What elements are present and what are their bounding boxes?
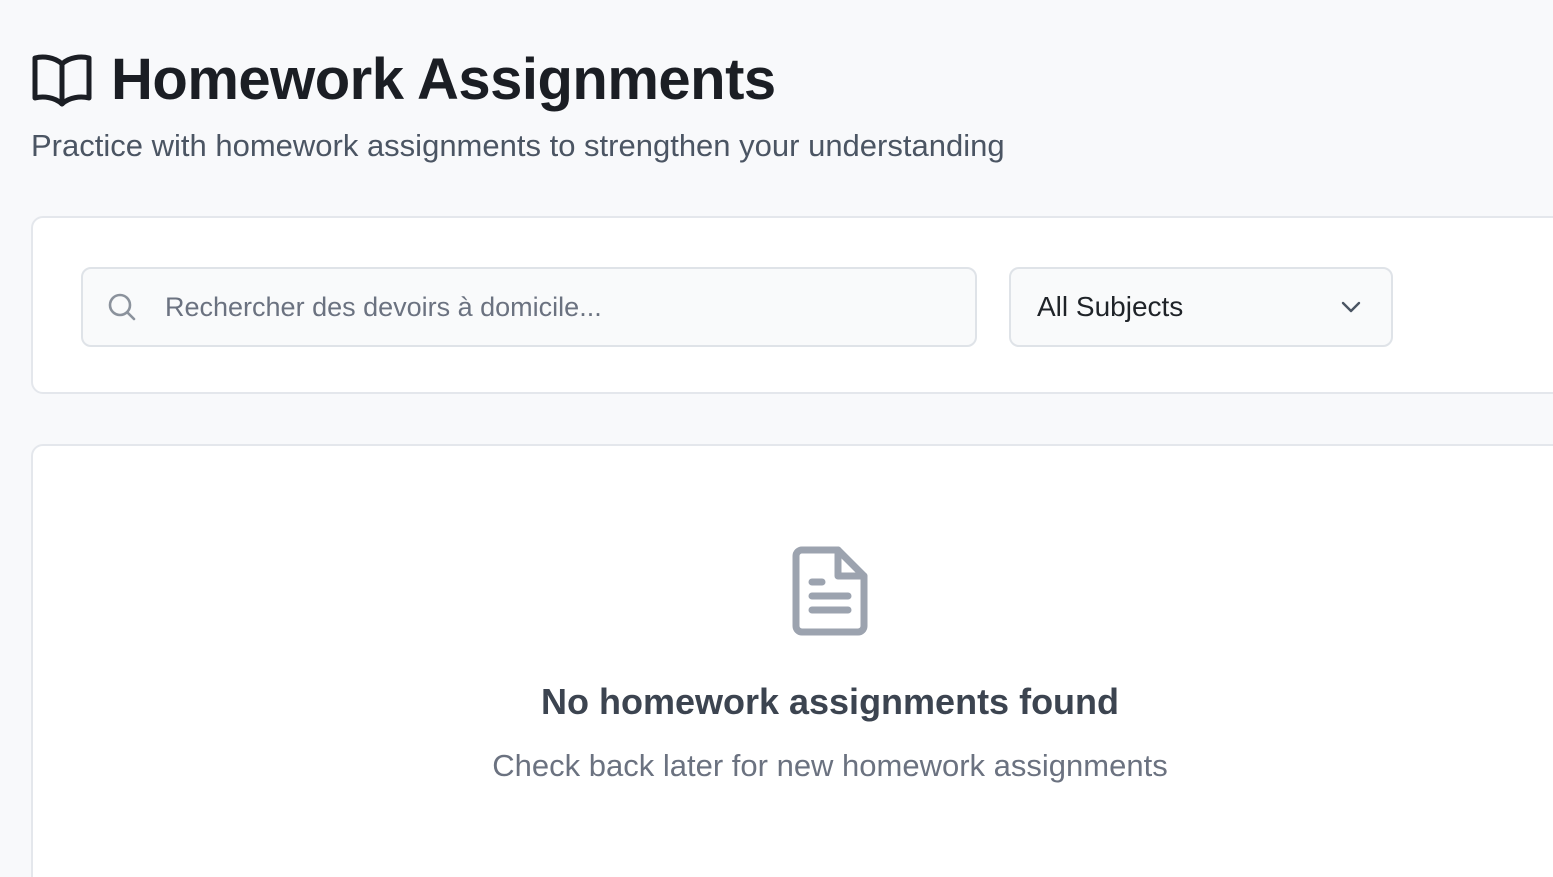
title-row: Homework Assignments: [31, 40, 1553, 120]
filter-card: All Subjects: [31, 216, 1553, 394]
search-input[interactable]: [163, 290, 927, 324]
subject-select-value: All Subjects: [1037, 291, 1184, 322]
results-card: No homework assignments found Check back…: [31, 444, 1553, 877]
page-subtitle: Practice with homework assignments to st…: [31, 128, 1005, 163]
document-icon: [792, 546, 868, 636]
subject-select[interactable]: All Subjects: [1009, 267, 1393, 347]
page-header: Homework Assignments Practice with homew…: [31, 40, 1553, 166]
search-box[interactable]: [81, 267, 977, 347]
book-open-icon: [31, 52, 93, 108]
chevron-down-icon: [1341, 301, 1361, 313]
homework-page: Homework Assignments Practice with homew…: [0, 0, 1553, 877]
empty-state: No homework assignments found Check back…: [33, 546, 1553, 786]
page-title: Homework Assignments: [111, 47, 776, 112]
empty-state-title: No homework assignments found: [540, 681, 1120, 722]
empty-state-message: Check back later for new homework assign…: [492, 748, 1168, 783]
search-icon: [108, 293, 136, 321]
